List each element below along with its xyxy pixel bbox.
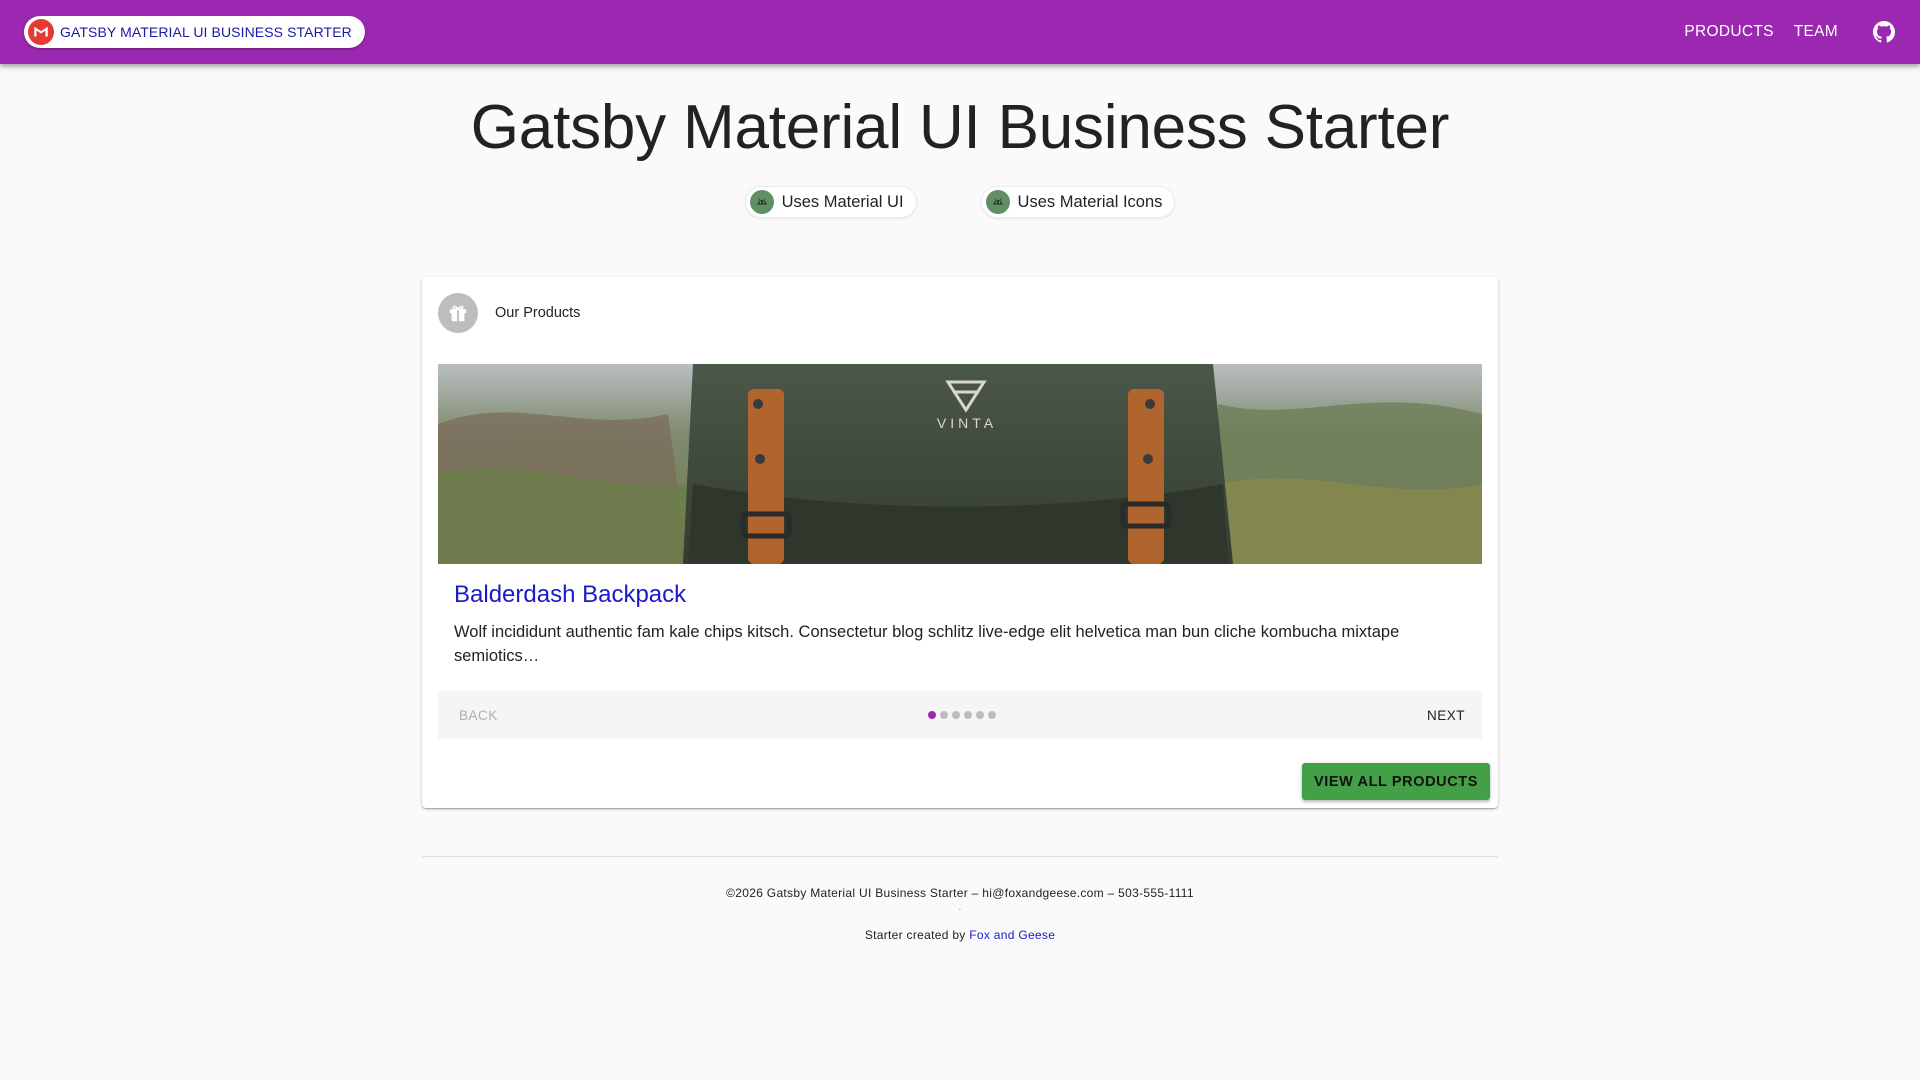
stepper-dot[interactable] [952, 711, 961, 719]
github-icon[interactable] [1872, 20, 1896, 44]
footer-credit-prefix: Starter created by [864, 928, 970, 942]
card-header-title: Our Products [495, 305, 581, 321]
stepper-dot[interactable] [928, 711, 937, 719]
page-title: Gatsby Material UI Business Starter [470, 93, 1450, 162]
footer-copyright: ©2026 Gatsby Material UI Business Starte… [726, 886, 1194, 900]
stepper-dot[interactable] [940, 711, 949, 719]
next-button[interactable]: NEXT [1427, 708, 1465, 723]
app-bar: GATSBY MATERIAL UI BUSINESS STARTER PROD… [0, 0, 1920, 64]
android-icon [749, 190, 774, 214]
fox-and-geese-link[interactable]: Fox and Geese [969, 928, 1055, 942]
stepper-dot[interactable] [964, 711, 973, 719]
card-header: Our Products [438, 293, 580, 333]
nav-products-link[interactable]: PRODUCTS [1684, 23, 1773, 41]
stepper-dots [928, 711, 997, 719]
products-card: Our Products VINTA Balderdash Backpack W… [422, 277, 1498, 808]
nav-team-link[interactable]: TEAM [1794, 23, 1838, 41]
gift-icon [438, 293, 478, 333]
brand-label: GATSBY MATERIAL UI BUSINESS STARTER [60, 24, 352, 40]
feature-chips: Uses Material UI Uses Material Icons [0, 186, 1920, 218]
chip-material-icons-label: Uses Material Icons [1017, 192, 1163, 211]
top-nav: PRODUCTS TEAM [1684, 20, 1896, 44]
product-name-link[interactable]: Balderdash Backpack [454, 581, 686, 609]
footer-credit: Starter created by Fox and Geese [0, 928, 1920, 942]
material-ui-logo-icon [28, 19, 54, 45]
chip-material-icons[interactable]: Uses Material Icons [980, 186, 1176, 218]
vinta-logo-text: VINTA [937, 415, 997, 431]
brand-chip[interactable]: GATSBY MATERIAL UI BUSINESS STARTER [24, 16, 365, 48]
chip-material-ui-label: Uses Material UI [781, 192, 904, 211]
product-stepper: BACK NEXT [438, 691, 1482, 739]
chip-material-ui[interactable]: Uses Material UI [744, 186, 917, 218]
back-button[interactable]: BACK [459, 708, 498, 723]
product-image: VINTA [438, 364, 1482, 564]
view-all-products-button[interactable]: VIEW ALL PRODUCTS [1302, 763, 1490, 800]
footer-separator: . [958, 902, 962, 913]
stepper-dot[interactable] [976, 711, 985, 719]
footer-divider [422, 856, 1498, 857]
stepper-dot[interactable] [988, 711, 997, 719]
product-description: Wolf incididunt authentic fam kale chips… [454, 623, 1400, 665]
android-icon [985, 190, 1010, 214]
